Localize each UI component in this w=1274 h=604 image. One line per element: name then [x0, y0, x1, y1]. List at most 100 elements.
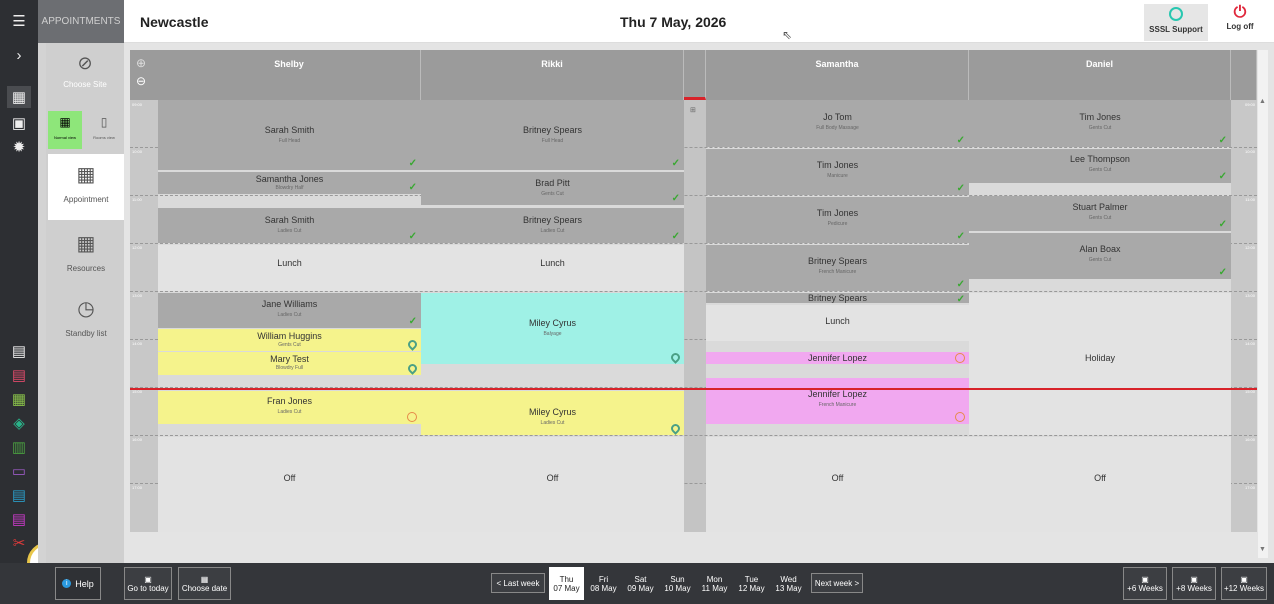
day-tab[interactable]: Fri 08 May: [586, 567, 621, 600]
appointment-block[interactable]: Britney Spears Ladies Cut ✓: [421, 208, 684, 243]
appointments-icon[interactable]: ▤: [7, 340, 31, 362]
contacts-icon[interactable]: ▣: [7, 112, 31, 134]
calendar-icon: ▣: [1141, 574, 1149, 584]
plus-8-label: +8 Weeks: [1176, 583, 1212, 593]
time-label: 11:00: [132, 197, 142, 202]
staff-header-rikki[interactable]: Rikki: [421, 50, 684, 100]
appointment-block[interactable]: Brad Pitt Gents Cut ✓: [421, 172, 684, 205]
plus-12-weeks-button[interactable]: ▣ +12 Weeks: [1221, 567, 1267, 600]
appointment-block[interactable]: Tim Jones Manicure ✓: [706, 149, 969, 195]
zoom-in-icon[interactable]: ⊕: [136, 56, 146, 70]
scissors-icon[interactable]: ✂: [7, 532, 31, 554]
day-date: 10 May: [664, 583, 691, 593]
staff-header-samantha[interactable]: Samantha: [706, 50, 969, 100]
appointment-block[interactable]: Jo Tom Full Body Massage ✓: [706, 100, 969, 147]
lunch-block[interactable]: Lunch: [421, 245, 684, 291]
day-tab[interactable]: Wed 13 May: [771, 567, 806, 600]
scroll-down-icon[interactable]: ▼: [1259, 546, 1266, 553]
off-block[interactable]: Off: [158, 437, 421, 532]
off-block[interactable]: Off: [969, 437, 1231, 532]
help-button[interactable]: i Help: [55, 567, 101, 600]
holiday-block[interactable]: Holiday: [969, 293, 1231, 435]
scroll-up-icon[interactable]: ▲: [1259, 98, 1266, 105]
appointment-block[interactable]: Miley Cyrus Ladies Cut: [421, 391, 684, 435]
resources-button[interactable]: ▦ Resources: [48, 223, 124, 285]
time-label: 17:00: [1244, 485, 1255, 490]
appointment-block[interactable]: Sarah Smith Ladies Cut ✓: [158, 208, 421, 243]
day-tab[interactable]: Sun 10 May: [660, 567, 695, 600]
staff-header-daniel[interactable]: Daniel: [969, 50, 1231, 100]
appointment-block[interactable]: Stuart Palmer Gents Cut ✓: [969, 196, 1231, 231]
appointment-block[interactable]: Sarah Smith Full Head ✓: [158, 100, 421, 170]
choose-site-button[interactable]: ⊘ Choose Site: [46, 43, 124, 105]
appointment-block[interactable]: Alan Boax Gents Cut ✓: [969, 233, 1231, 279]
go-to-today-button[interactable]: ▣ Go to today: [124, 567, 172, 600]
off-block[interactable]: Off: [706, 437, 969, 532]
appointment-block[interactable]: Mary Test Blowdry Full: [158, 352, 421, 375]
lunch-block[interactable]: Lunch: [706, 305, 969, 341]
report-icon[interactable]: ▥: [7, 436, 31, 458]
day-date: 12 May: [738, 583, 765, 593]
plus-6-weeks-button[interactable]: ▣ +6 Weeks: [1123, 567, 1167, 600]
support-button[interactable]: SSSL Support: [1144, 4, 1208, 41]
appointment-block[interactable]: Samantha Jones Blowdry Half ✓: [158, 172, 421, 194]
rooms-view-button[interactable]: ▯ Rooms view: [86, 111, 122, 149]
resources-label: Resources: [66, 264, 106, 273]
document-icon[interactable]: ▤: [7, 484, 31, 506]
day-tab[interactable]: Sat 09 May: [623, 567, 658, 600]
last-week-button[interactable]: < Last week: [491, 573, 545, 593]
appointment-block[interactable]: Britney Spears ✓: [706, 293, 969, 303]
appointment-block[interactable]: Lee Thompson Gents Cut ✓: [969, 149, 1231, 183]
logoff-button[interactable]: ⏻ Log off: [1220, 4, 1260, 41]
service-name: Gents Cut: [1088, 125, 1112, 131]
lunch-block[interactable]: Lunch: [158, 245, 421, 291]
plus-8-weeks-button[interactable]: ▣ +8 Weeks: [1172, 567, 1216, 600]
appointment-block[interactable]: Britney Spears Full Head ✓: [421, 100, 684, 170]
zoom-out-icon[interactable]: ⊖: [136, 74, 146, 88]
day-tab[interactable]: Mon 11 May: [697, 567, 732, 600]
normal-view-button[interactable]: ▦ Normal view: [48, 111, 82, 149]
appointment-block[interactable]: William Huggins Gents Cut: [158, 329, 421, 351]
appointment-block[interactable]: Tim Jones Pedicure ✓: [706, 197, 969, 243]
appointment-button[interactable]: ▦ Appointment: [48, 154, 124, 220]
next-week-button[interactable]: Next week >: [811, 573, 863, 593]
message-icon[interactable]: ▭: [7, 460, 31, 482]
day-name: Wed: [780, 574, 797, 584]
day-tab[interactable]: Tue 12 May: [734, 567, 769, 600]
check-icon: ✓: [1218, 219, 1227, 230]
block-label: Off: [831, 473, 844, 483]
appointment-block[interactable]: Jane Williams Ladies Cut ✓: [158, 293, 421, 328]
hour-line: [130, 291, 1257, 292]
menu-icon[interactable]: ☰: [7, 10, 31, 32]
staff-header-shelby[interactable]: Shelby: [158, 50, 421, 100]
filter-icon[interactable]: ⊞: [690, 106, 696, 114]
bag-icon[interactable]: ◈: [7, 412, 31, 434]
power-icon: ⏻: [1233, 4, 1247, 21]
appointment-block[interactable]: Tim Jones Gents Cut ✓: [969, 100, 1231, 147]
appointment-block[interactable]: Jennifer Lopez French Manicure: [706, 378, 969, 424]
settings-icon[interactable]: ✹: [7, 136, 31, 158]
booking-icon[interactable]: ▤: [7, 364, 31, 386]
day-tab[interactable]: Thu 07 May: [549, 567, 584, 600]
zoom-controls: ⊕ ⊖: [130, 50, 158, 100]
calendar-icon[interactable]: ▦: [7, 86, 31, 108]
client-name: Lee Thompson: [1070, 154, 1130, 164]
scrollbar[interactable]: ▲ ▼: [1258, 50, 1268, 558]
expand-icon[interactable]: ›: [7, 44, 31, 66]
choose-date-button[interactable]: ▦ Choose date: [178, 567, 231, 600]
rooms-view-label: Rooms view: [93, 135, 115, 140]
block-label: Holiday: [1084, 353, 1115, 363]
service-name: Ladies Cut: [540, 420, 565, 426]
invoice-icon[interactable]: ▤: [7, 508, 31, 530]
appointment-block[interactable]: Fran Jones Ladies Cut: [158, 391, 421, 424]
calculator-icon[interactable]: ▦: [7, 388, 31, 410]
service-name: Full Body Massage: [816, 125, 859, 131]
appointment-block[interactable]: Jennifer Lopez: [706, 352, 969, 364]
appointment-block[interactable]: Miley Cyrus Balyage: [421, 293, 684, 364]
hour-line: [130, 435, 1257, 436]
appointment-block[interactable]: Britney Spears French Manicure ✓: [706, 245, 969, 291]
calendar-icon: ▣: [1190, 574, 1198, 584]
client-name: Miley Cyrus: [528, 407, 576, 417]
standby-list-button[interactable]: ◷ Standby list: [48, 290, 124, 352]
off-block[interactable]: Off: [421, 437, 684, 532]
